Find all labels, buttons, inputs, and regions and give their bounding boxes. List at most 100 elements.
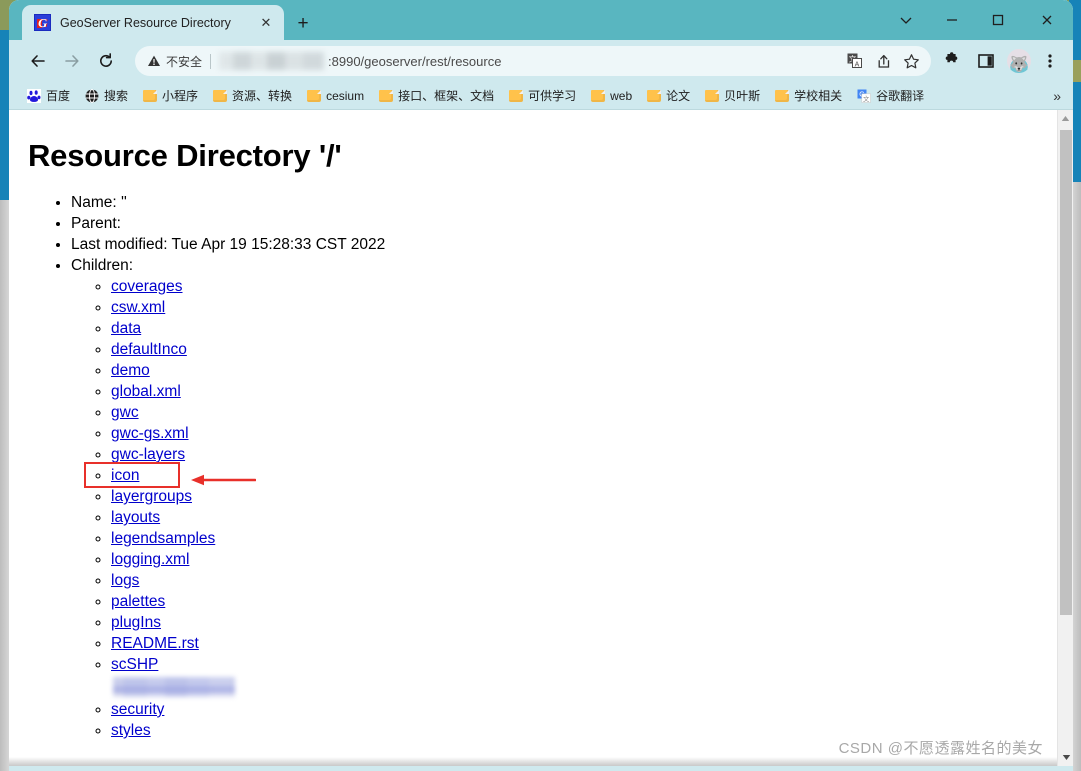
omnibox-divider: [210, 53, 212, 69]
list-item[interactable]: layouts: [111, 507, 1057, 528]
child-link-gwc-gs-xml[interactable]: gwc-gs.xml: [111, 425, 189, 442]
child-link-coverages[interactable]: coverages: [111, 278, 183, 295]
child-link-csw-xml[interactable]: csw.xml: [111, 299, 165, 316]
bookmark-label: 贝叶斯: [724, 89, 761, 103]
child-link-layouts[interactable]: layouts: [111, 509, 160, 526]
list-item[interactable]: README.rst: [111, 633, 1057, 654]
page-content: Resource Directory '/' Name: '' Parent: …: [9, 110, 1057, 766]
browser-menu-three-dot-icon[interactable]: [1035, 46, 1065, 76]
share-icon[interactable]: [869, 47, 897, 75]
child-link-icon[interactable]: icon: [111, 467, 139, 484]
star-icon[interactable]: [897, 47, 925, 75]
bookmark-folder-resources[interactable]: 资源、转换: [207, 85, 298, 106]
list-item[interactable]: defaultInco: [111, 339, 1057, 360]
list-item[interactable]: gwc-gs.xml: [111, 423, 1057, 444]
bookmark-label: 谷歌翻译: [876, 89, 925, 103]
child-link-gwc-layers[interactable]: gwc-layers: [111, 446, 185, 463]
child-link-styles[interactable]: styles: [111, 722, 151, 739]
back-button[interactable]: [23, 46, 53, 76]
bookmark-folder-web[interactable]: web: [585, 87, 638, 105]
folder-icon: [509, 89, 524, 102]
child-link-palettes[interactable]: palettes: [111, 593, 165, 610]
browser-toolbar: 不安全 :8990/geoserver/rest/resource 文 A: [9, 40, 1073, 82]
minimize-icon[interactable]: [929, 0, 975, 40]
folder-icon: [379, 89, 394, 102]
page-viewport: Resource Directory '/' Name: '' Parent: …: [9, 110, 1073, 766]
child-link-layergroups[interactable]: layergroups: [111, 488, 192, 505]
address-bar[interactable]: 不安全 :8990/geoserver/rest/resource 文 A: [135, 46, 931, 76]
child-link-security[interactable]: security: [111, 701, 164, 718]
tab-close-icon[interactable]: ✕: [256, 13, 276, 33]
folder-icon: [705, 89, 720, 102]
list-item[interactable]: global.xml: [111, 381, 1057, 402]
bookmark-label: 可供学习: [528, 89, 577, 103]
child-link-defaultinco[interactable]: defaultInco: [111, 341, 187, 358]
list-item[interactable]: palettes: [111, 591, 1057, 612]
bookmarks-overflow-button[interactable]: »: [1045, 88, 1069, 104]
bookmark-item-search[interactable]: 搜索: [79, 85, 134, 106]
list-item[interactable]: gwc: [111, 402, 1057, 423]
new-tab-button[interactable]: +: [289, 9, 317, 37]
list-item[interactable]: demo: [111, 360, 1057, 381]
child-link-scshp[interactable]: scSHP: [111, 656, 158, 673]
bookmark-item-baidu[interactable]: 百度: [21, 85, 76, 106]
list-item[interactable]: security: [111, 699, 1057, 720]
child-link-demo[interactable]: demo: [111, 362, 150, 379]
geoserver-favicon-icon: G: [34, 14, 51, 31]
list-item-redacted: [111, 675, 1057, 699]
list-item[interactable]: logs: [111, 570, 1057, 591]
folder-icon: [647, 89, 662, 102]
child-link-logging-xml[interactable]: logging.xml: [111, 551, 189, 568]
tab-search-chevron-down-icon[interactable]: [883, 0, 929, 40]
forward-button[interactable]: [57, 46, 87, 76]
translate-icon[interactable]: 文 A: [841, 47, 869, 75]
omnibox-actions: 文 A: [841, 47, 925, 75]
profile-avatar[interactable]: 🐺: [1007, 49, 1031, 73]
browser-window: G GeoServer Resource Directory ✕ + 不安全:…: [9, 0, 1073, 771]
bookmark-folder-bayes[interactable]: 贝叶斯: [699, 85, 766, 106]
browser-tab[interactable]: G GeoServer Resource Directory ✕: [22, 5, 284, 40]
bookmark-folder-papers[interactable]: 论文: [641, 85, 696, 106]
bookmark-folder-school[interactable]: 学校相关: [769, 85, 848, 106]
bookmark-label: 论文: [666, 89, 691, 103]
list-item[interactable]: legendsamples: [111, 528, 1057, 549]
child-link-legendsamples[interactable]: legendsamples: [111, 530, 215, 547]
child-link-data[interactable]: data: [111, 320, 141, 337]
extensions-puzzle-icon[interactable]: [937, 46, 967, 76]
reload-button[interactable]: [91, 46, 121, 76]
list-item[interactable]: logging.xml: [111, 549, 1057, 570]
child-link-plugins[interactable]: plugIns: [111, 614, 161, 631]
child-link-global-xml[interactable]: global.xml: [111, 383, 181, 400]
scroll-down-arrow-icon[interactable]: [1058, 749, 1073, 766]
child-link-logs[interactable]: logs: [111, 572, 139, 589]
list-item[interactable]: coverages: [111, 276, 1057, 297]
list-item-highlighted[interactable]: icon: [84, 462, 1057, 488]
info-parent: Parent:: [71, 213, 1057, 234]
list-item[interactable]: layergroups: [111, 486, 1057, 507]
maximize-icon[interactable]: [975, 0, 1021, 40]
tab-strip: G GeoServer Resource Directory ✕ +: [9, 0, 1073, 40]
tab-title: GeoServer Resource Directory: [60, 15, 231, 30]
page-scrollbar[interactable]: [1057, 110, 1073, 766]
bookmark-item-google-translate[interactable]: G 文 谷歌翻译: [851, 85, 930, 106]
bookmark-folder-cesium[interactable]: cesium: [301, 87, 370, 105]
scroll-up-arrow-icon[interactable]: [1058, 110, 1073, 127]
scrollbar-thumb[interactable]: [1060, 130, 1072, 615]
close-icon[interactable]: [1021, 0, 1073, 40]
list-item[interactable]: scSHP: [111, 654, 1057, 675]
child-link-readme-rst[interactable]: README.rst: [111, 635, 199, 652]
bookmark-folder-learning[interactable]: 可供学习: [503, 85, 582, 106]
list-item[interactable]: gwc-layers: [111, 444, 1057, 465]
bookmark-folder-xiaochengxu[interactable]: 小程序: [137, 85, 204, 106]
side-panel-icon[interactable]: [971, 46, 1001, 76]
svg-text:文: 文: [863, 94, 870, 103]
desktop-background: G GeoServer Resource Directory ✕ + 不安全:…: [0, 0, 1081, 771]
list-item[interactable]: data: [111, 318, 1057, 339]
list-item[interactable]: csw.xml: [111, 297, 1057, 318]
bookmark-label: 搜索: [104, 89, 129, 103]
folder-icon: [213, 89, 228, 102]
bookmark-folder-api-docs[interactable]: 接口、框架、文档: [373, 85, 500, 106]
child-link-gwc[interactable]: gwc: [111, 404, 139, 421]
list-item[interactable]: plugIns: [111, 612, 1057, 633]
page-bottom-edge: [9, 757, 1057, 766]
